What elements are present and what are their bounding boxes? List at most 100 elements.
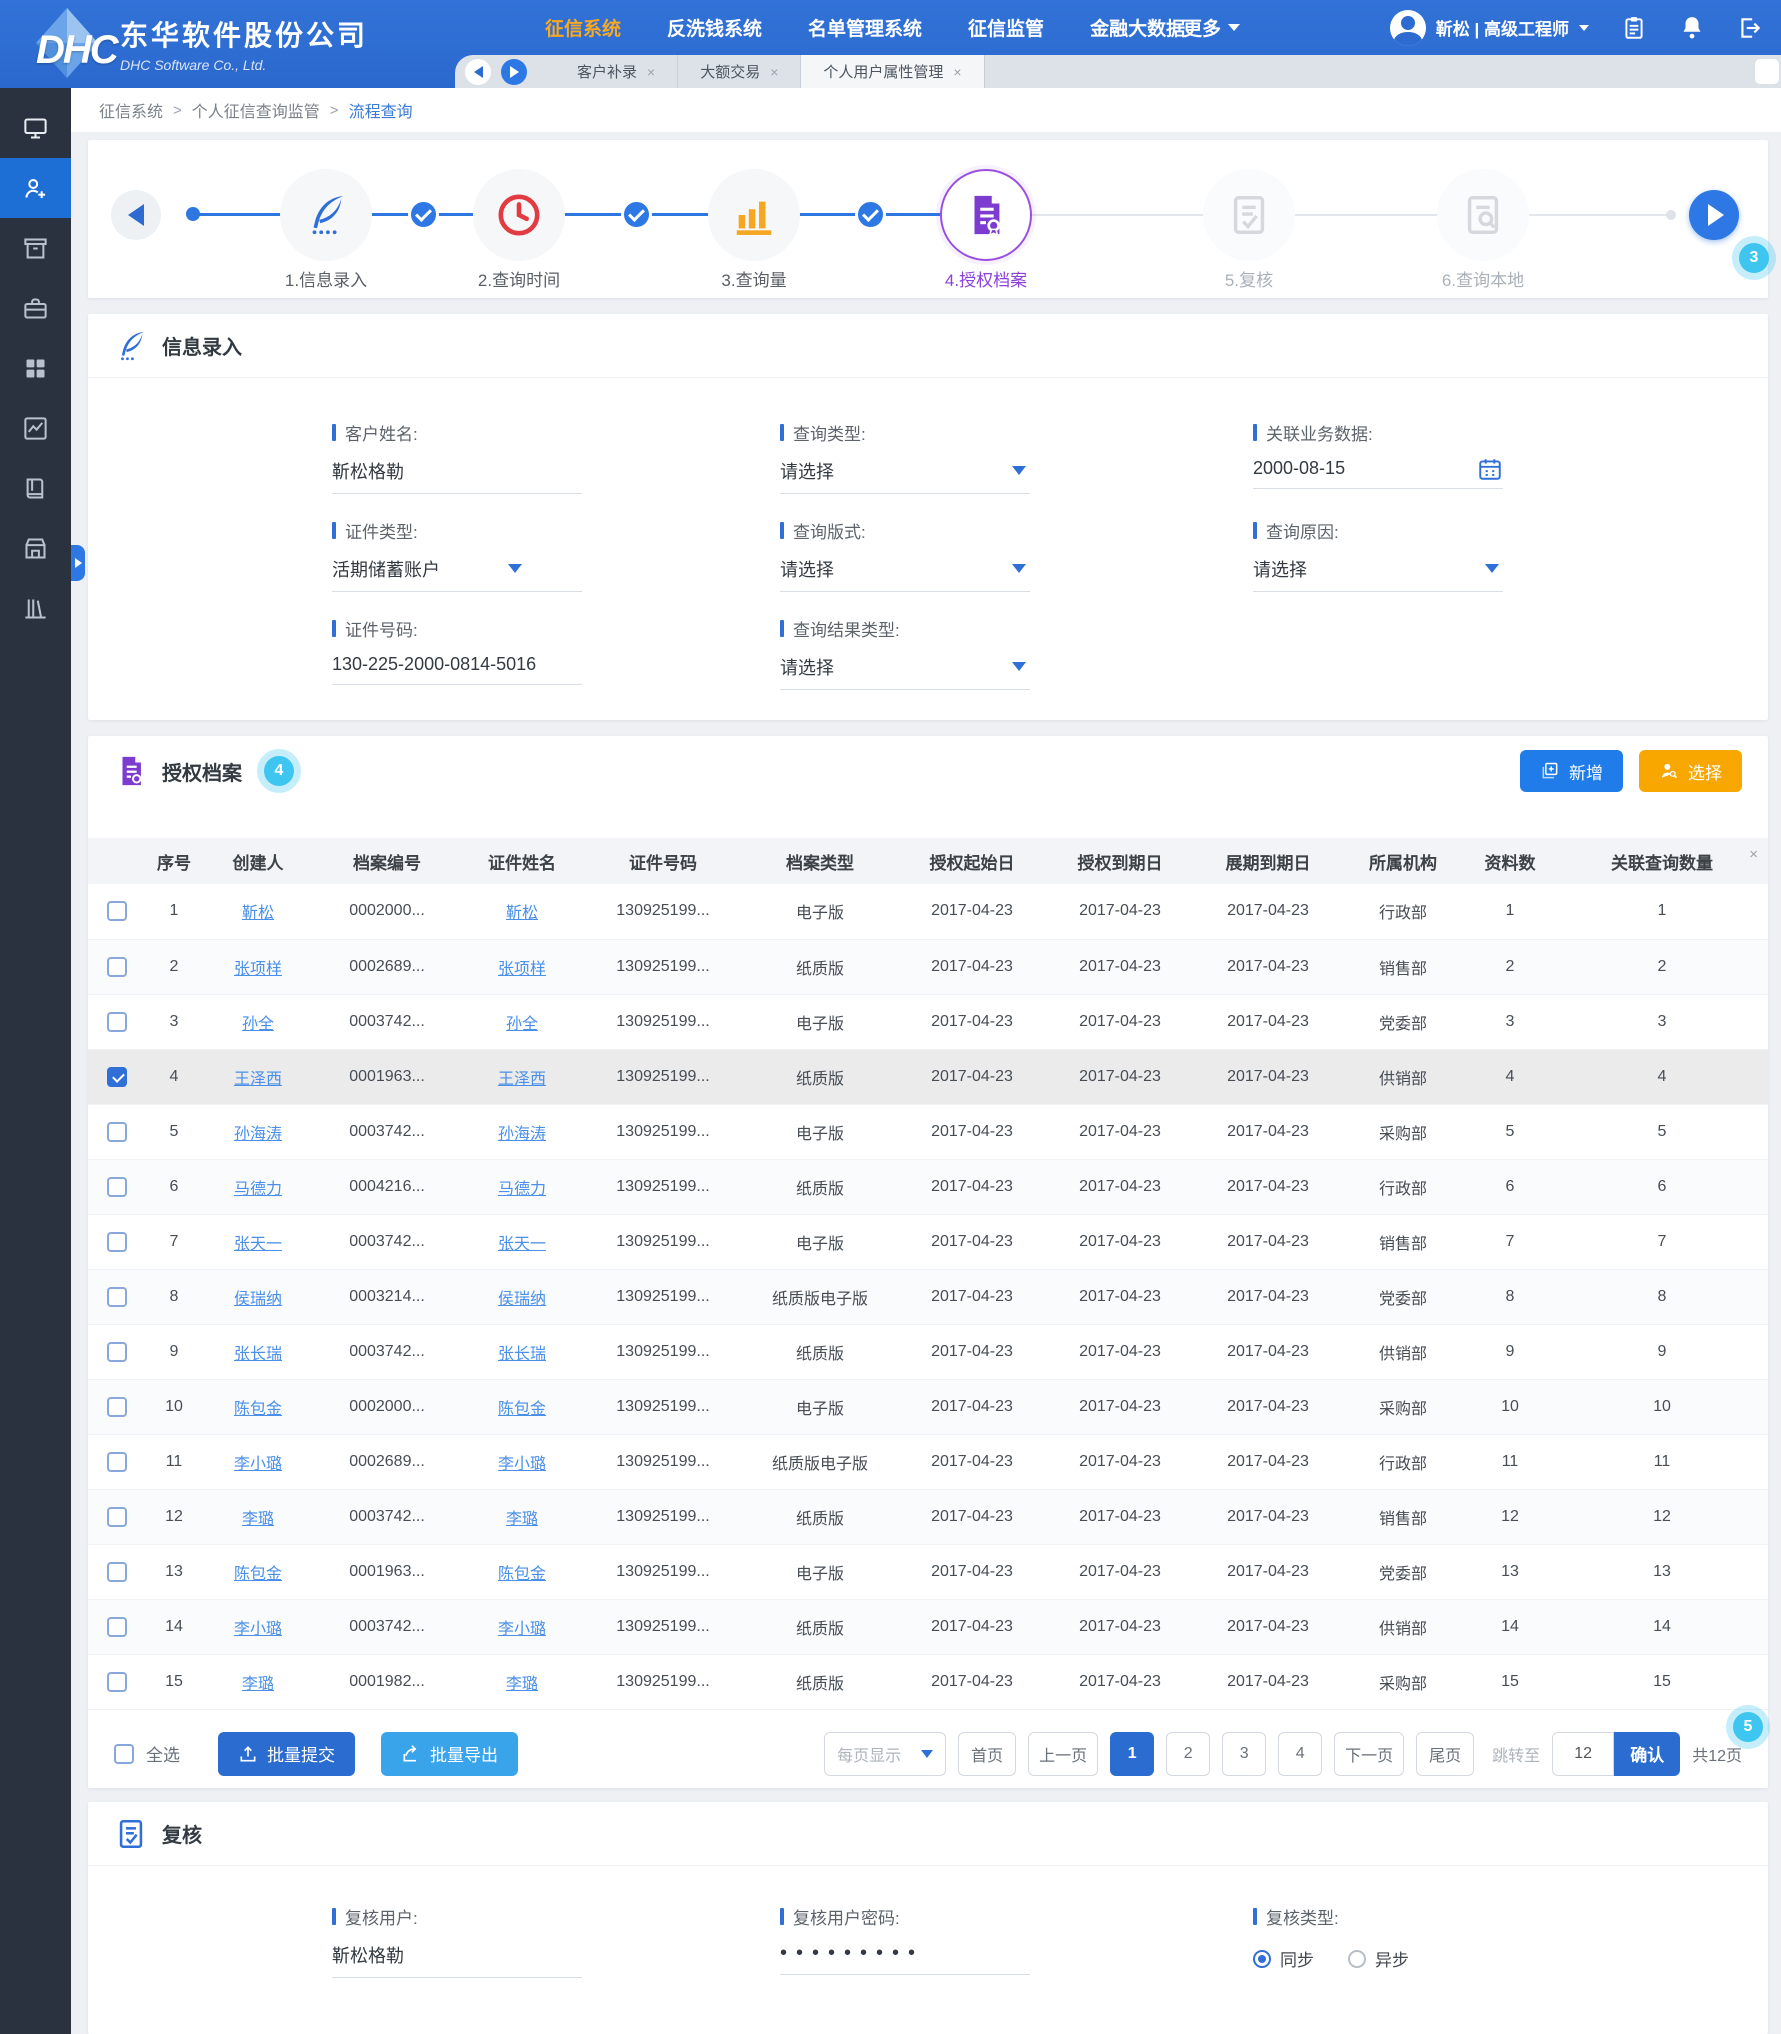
open-tab[interactable]: 大额交易 <box>678 55 801 88</box>
table-row[interactable]: 2 张项样 0002689... 张项样 130925199... 纸质版 20… <box>88 939 1768 994</box>
tabs-scroll-left-button[interactable] <box>465 59 491 85</box>
table-row[interactable]: 5 孙海涛 0003742... 孙海涛 130925199... 电子版 20… <box>88 1104 1768 1159</box>
cert-name-link[interactable]: 王泽西 <box>498 1071 546 1088</box>
cert-name-link[interactable]: 张项样 <box>498 961 546 978</box>
row-checkbox[interactable] <box>107 1507 127 1527</box>
breadcrumb-item[interactable]: 征信系统 <box>99 98 163 122</box>
creator-link[interactable]: 孙海涛 <box>234 1126 282 1143</box>
cert-type-select[interactable]: 活期储蓄账户 <box>332 556 582 592</box>
choose-button[interactable]: 选择 <box>1639 750 1742 792</box>
sidebar-item-archive[interactable] <box>0 218 71 278</box>
batch-submit-button[interactable]: 批量提交 <box>218 1732 355 1776</box>
table-row[interactable]: 13 陈包金 0001963... 陈包金 130925199... 电子版 2… <box>88 1544 1768 1599</box>
creator-link[interactable]: 张天一 <box>234 1236 282 1253</box>
review-user-input[interactable]: 靳松格勒 <box>332 1942 582 1978</box>
sidebar-item-monitor[interactable] <box>0 98 71 158</box>
table-row[interactable]: 11 李小璐 0002689... 李小璐 130925199... 纸质版电子… <box>88 1434 1768 1489</box>
step-2-circle[interactable] <box>473 169 565 261</box>
creator-link[interactable]: 李璐 <box>242 1511 274 1528</box>
cert-name-link[interactable]: 靳松 <box>506 905 538 922</box>
row-checkbox[interactable] <box>107 957 127 977</box>
calendar-icon[interactable] <box>1477 456 1503 482</box>
sidebar-item-store[interactable] <box>0 518 71 578</box>
cert-name-link[interactable]: 张长瑞 <box>498 1346 546 1363</box>
radio-sync[interactable]: 同步 <box>1253 1946 1314 1971</box>
table-row[interactable]: 3 孙全 0003742... 孙全 130925199... 电子版 2017… <box>88 994 1768 1049</box>
first-page-button[interactable]: 首页 <box>958 1732 1016 1776</box>
bell-icon[interactable] <box>1679 15 1705 41</box>
query-type-select[interactable]: 请选择 <box>780 458 1030 494</box>
cert-name-link[interactable]: 张天一 <box>498 1236 546 1253</box>
step-5-circle[interactable] <box>1203 169 1295 261</box>
cert-name-link[interactable]: 李璐 <box>506 1511 538 1528</box>
sidebar-item-analytics[interactable] <box>0 398 71 458</box>
step-6-circle[interactable] <box>1437 169 1529 261</box>
tabs-scroll-right-button[interactable] <box>501 59 527 85</box>
sidebar-item-briefcase[interactable] <box>0 278 71 338</box>
jump-page-input[interactable] <box>1552 1732 1614 1776</box>
page-number-button[interactable]: 1 <box>1110 1732 1154 1776</box>
table-row[interactable]: 1 靳松 0002000... 靳松 130925199... 电子版 2017… <box>88 884 1768 939</box>
cert-name-link[interactable]: 陈包金 <box>498 1566 546 1583</box>
table-row[interactable]: 12 李璐 0003742... 李璐 130925199... 纸质版 201… <box>88 1489 1768 1544</box>
row-checkbox[interactable] <box>107 1672 127 1692</box>
table-row[interactable]: 8 侯瑞纳 0003214... 侯瑞纳 130925199... 纸质版电子版… <box>88 1269 1768 1324</box>
select-all-checkbox[interactable] <box>114 1744 134 1764</box>
breadcrumb-item[interactable]: 个人征信查询监管 <box>192 98 320 122</box>
table-row[interactable]: 15 李璐 0001982... 李璐 130925199... 纸质版 201… <box>88 1654 1768 1709</box>
row-checkbox[interactable] <box>107 1177 127 1197</box>
logout-icon[interactable] <box>1737 15 1763 41</box>
row-checkbox[interactable] <box>107 1067 127 1087</box>
row-checkbox[interactable] <box>107 1452 127 1472</box>
creator-link[interactable]: 侯瑞纳 <box>234 1291 282 1308</box>
prev-page-button[interactable]: 上一页 <box>1028 1732 1098 1776</box>
table-row[interactable]: 14 李小璐 0003742... 李小璐 130925199... 纸质版 2… <box>88 1599 1768 1654</box>
customer-name-input[interactable]: 靳松格勒 <box>332 458 582 494</box>
select-all[interactable]: 全选 <box>114 1741 180 1766</box>
cert-name-link[interactable]: 马德力 <box>498 1181 546 1198</box>
cert-no-input[interactable]: 130-225-2000-0814-5016 <box>332 654 582 685</box>
row-checkbox[interactable] <box>107 1562 127 1582</box>
stepper-next-button[interactable] <box>1689 190 1739 240</box>
sidebar-item-book[interactable] <box>0 458 71 518</box>
open-tab[interactable]: 客户补录 <box>555 55 678 88</box>
main-nav-item[interactable]: 征信监管 <box>968 14 1044 41</box>
main-nav-item[interactable]: 征信系统 <box>545 14 621 41</box>
creator-link[interactable]: 李小璐 <box>234 1456 282 1473</box>
row-checkbox[interactable] <box>107 1232 127 1252</box>
main-nav-item[interactable]: 反洗钱系统 <box>667 14 762 41</box>
batch-export-button[interactable]: 批量导出 <box>381 1732 518 1776</box>
review-password-input[interactable]: ••••••••• <box>780 1942 1030 1975</box>
creator-link[interactable]: 张长瑞 <box>234 1346 282 1363</box>
related-date-input[interactable]: 2000-08-15 <box>1253 458 1503 489</box>
creator-link[interactable]: 陈包金 <box>234 1401 282 1418</box>
table-row[interactable]: 9 张长瑞 0003742... 张长瑞 130925199... 纸质版 20… <box>88 1324 1768 1379</box>
row-checkbox[interactable] <box>107 1342 127 1362</box>
creator-link[interactable]: 张项样 <box>234 961 282 978</box>
creator-link[interactable]: 李小璐 <box>234 1621 282 1638</box>
table-row[interactable]: 10 陈包金 0002000... 陈包金 130925199... 电子版 2… <box>88 1379 1768 1434</box>
cert-name-link[interactable]: 孙全 <box>506 1016 538 1033</box>
radio-async[interactable]: 异步 <box>1348 1946 1409 1971</box>
row-checkbox[interactable] <box>107 1012 127 1032</box>
sidebar-item-apps[interactable] <box>0 338 71 398</box>
row-checkbox[interactable] <box>107 1617 127 1637</box>
creator-link[interactable]: 陈包金 <box>234 1566 282 1583</box>
main-nav-item[interactable]: 金融大数据 <box>1090 14 1185 41</box>
sidebar-item-user-management[interactable] <box>0 158 71 218</box>
step-3-circle[interactable] <box>708 169 800 261</box>
tab-close-icon[interactable] <box>953 64 961 80</box>
table-row[interactable]: 7 张天一 0003742... 张天一 130925199... 电子版 20… <box>88 1214 1768 1269</box>
creator-link[interactable]: 王泽西 <box>234 1071 282 1088</box>
user-menu[interactable]: 靳松 | 高级工程师 <box>1390 10 1589 46</box>
cert-name-link[interactable]: 李小璐 <box>498 1621 546 1638</box>
step-4-circle[interactable] <box>940 169 1032 261</box>
step-1-circle[interactable] <box>280 169 372 261</box>
row-checkbox[interactable] <box>107 1122 127 1142</box>
tab-close-icon[interactable] <box>770 64 778 80</box>
open-tab[interactable]: 个人用户属性管理 <box>801 55 984 88</box>
creator-link[interactable]: 靳松 <box>242 905 274 922</box>
last-page-button[interactable]: 尾页 <box>1416 1732 1474 1776</box>
table-row[interactable]: 4 王泽西 0001963... 王泽西 130925199... 纸质版 20… <box>88 1049 1768 1104</box>
page-number-button[interactable]: 3 <box>1222 1732 1266 1776</box>
